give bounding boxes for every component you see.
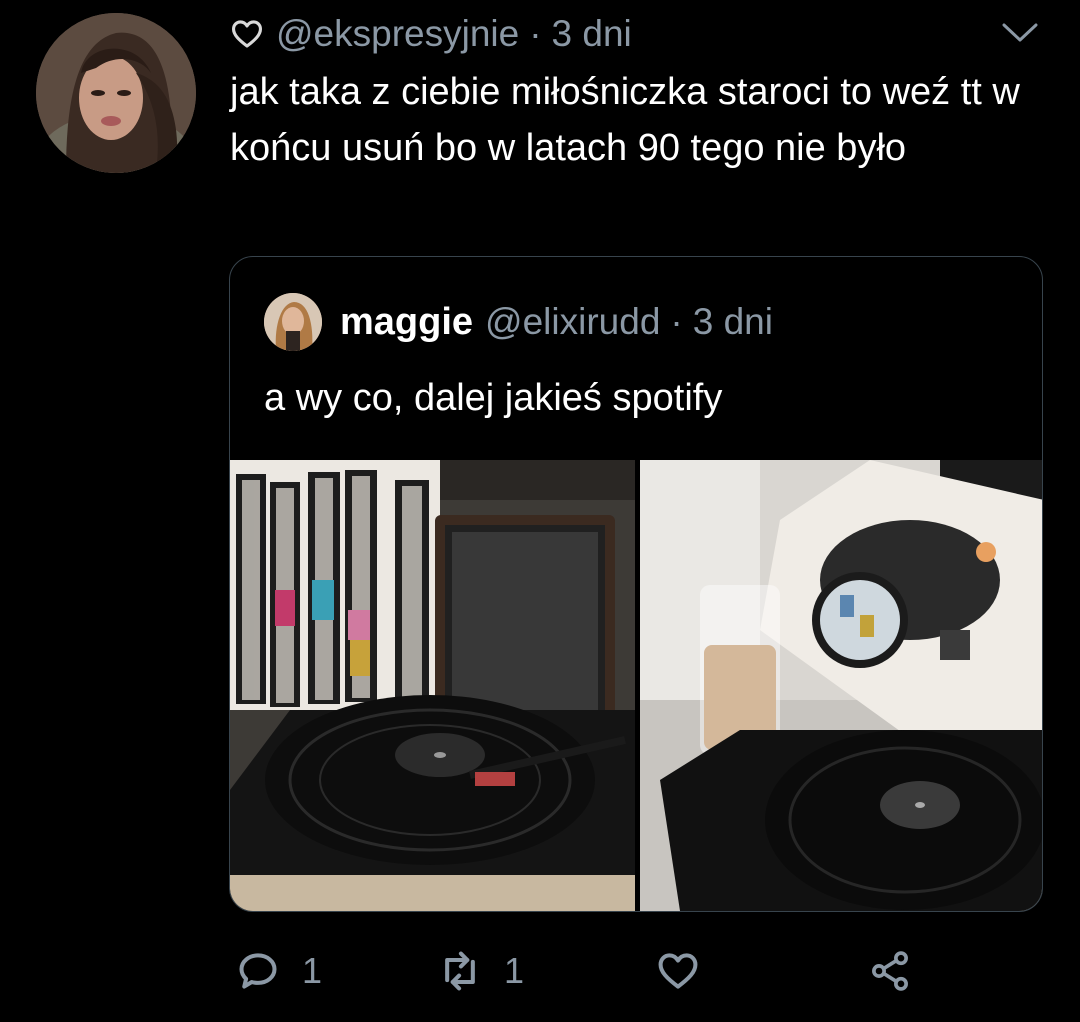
tweet-time[interactable]: 3 dni <box>552 13 632 55</box>
like-icon <box>658 953 698 989</box>
heart-small-icon <box>231 20 263 48</box>
share-icon <box>872 951 908 991</box>
reply-icon <box>239 953 277 989</box>
chevron-down-icon[interactable] <box>1000 20 1040 46</box>
retweet-count: 1 <box>504 950 525 991</box>
reply-count: 1 <box>302 950 323 991</box>
quoted-text: a wy co, dalej jakieś spotify <box>264 377 723 419</box>
quoted-photo-2[interactable] <box>640 460 1042 911</box>
quoted-separator: · <box>670 301 683 342</box>
like-button[interactable] <box>656 940 722 1002</box>
quoted-time[interactable]: 3 dni <box>693 301 773 343</box>
retweet-button[interactable]: 1 <box>438 940 524 1002</box>
quoted-handle[interactable]: @elixirudd <box>485 301 660 343</box>
quoted-header: maggie @elixirudd · 3 dni <box>264 293 773 351</box>
action-bar: 1 1 <box>0 940 1080 1002</box>
retweet-icon <box>445 951 475 991</box>
quoted-name[interactable]: maggie <box>340 301 473 344</box>
quoted-photo-1[interactable] <box>230 460 635 911</box>
reply-button[interactable]: 1 <box>236 940 322 1002</box>
author-handle[interactable]: @ekspresyjnie <box>276 13 519 55</box>
quoted-avatar <box>264 293 322 351</box>
share-button[interactable] <box>868 940 934 1002</box>
tweet-text: jak taka z ciebie miłośniczka staroci to… <box>230 71 1020 169</box>
author-avatar[interactable] <box>36 13 196 173</box>
quoted-tweet[interactable]: maggie @elixirudd · 3 dni a wy co, dalej… <box>229 256 1043 912</box>
tweet-header: @ekspresyjnie · 3 dni <box>230 12 632 56</box>
header-separator: · <box>529 13 542 54</box>
